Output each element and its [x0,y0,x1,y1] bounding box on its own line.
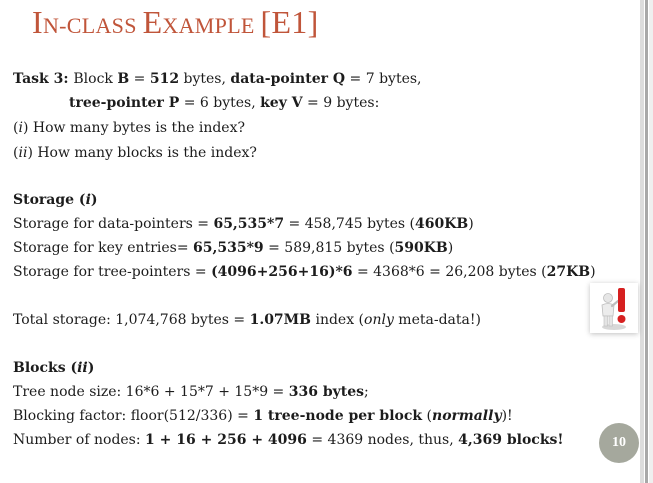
tree-node-size: Tree node size: 16*6 + 15*7 + 15*9 = 336… [13,384,369,400]
total-storage: Total storage: 1,074,768 bytes = 1.07MB … [13,312,481,328]
slide-border-outer [640,0,644,483]
task-line-2: tree-pointer P = 6 bytes, key V = 9 byte… [69,95,380,111]
slide-border-edge [649,0,653,483]
alert-person-icon [590,283,638,333]
question-2: (ii) How many blocks is the index? [13,145,257,161]
storage-key-entries: Storage for key entries= 65,535*9 = 589,… [13,240,454,256]
title-tag: [E1] [260,4,319,40]
title-rest-in: N-CLASS [42,13,143,38]
page-number-badge: 10 [599,423,639,463]
slide-title: IN-CLASS EXAMPLE [E1] [32,4,319,41]
blocking-factor: Blocking factor: floor(512/336) = 1 tree… [13,408,513,424]
slide-border-inner [645,0,648,483]
title-initial-ex: E [142,4,163,40]
blocks-heading: Blocks (ii) [13,360,95,376]
question-1: (i) How many bytes is the index? [13,120,245,136]
task-line-1: Task 3: Block B = 512 bytes, data-pointe… [13,71,422,87]
title-rest-ex: XAMPLE [162,13,261,38]
title-initial-in: I [32,4,43,40]
number-of-nodes: Number of nodes: 1 + 16 + 256 + 4096 = 4… [13,432,564,448]
storage-tree-pointers: Storage for tree-pointers = (4096+256+16… [13,264,596,280]
storage-heading: Storage (i) [13,192,98,208]
storage-data-pointers: Storage for data-pointers = 65,535*7 = 4… [13,216,474,232]
